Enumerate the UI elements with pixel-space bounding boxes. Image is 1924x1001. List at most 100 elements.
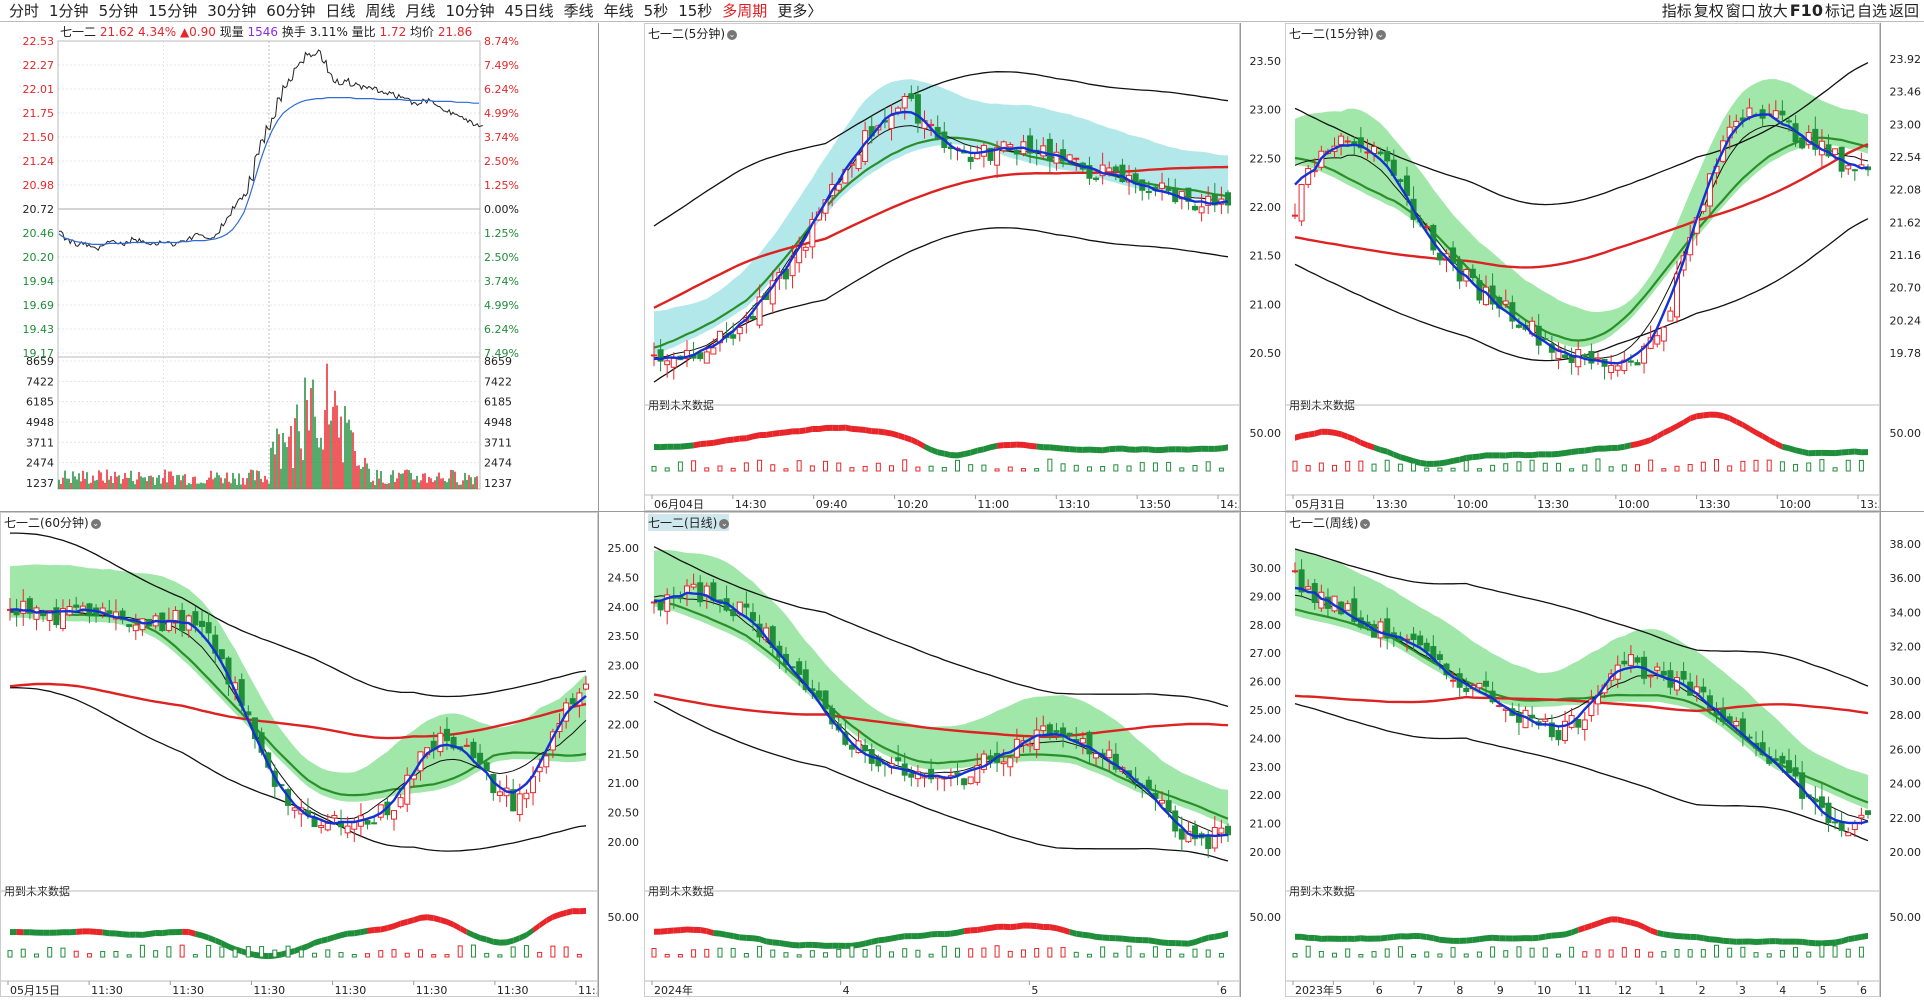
tab-15[interactable]: 多周期 bbox=[717, 2, 772, 20]
tab-13[interactable]: 5秒 bbox=[639, 2, 674, 20]
candle-body bbox=[1654, 335, 1661, 345]
indicator-ribbon bbox=[858, 426, 866, 433]
indicator-bar bbox=[1450, 467, 1456, 472]
indicator-ribbon bbox=[726, 931, 734, 939]
kline-60min-chart: 用到未来数据05月15日 11:30 11:30 11:30 11:30 11:30 11:… bbox=[0, 512, 610, 997]
tab-14[interactable]: 15秒 bbox=[673, 2, 717, 20]
candle-body bbox=[697, 352, 704, 359]
x-label: 4 bbox=[1779, 984, 1786, 997]
tab-16[interactable]: 更多〉 bbox=[772, 2, 827, 20]
indicator-ribbon bbox=[1861, 449, 1868, 456]
indicator-ribbon bbox=[62, 929, 70, 936]
indicator-ribbon bbox=[1446, 937, 1454, 944]
indicator-ribbon bbox=[1756, 429, 1763, 440]
indicator-bar bbox=[378, 950, 384, 958]
candle-body bbox=[908, 93, 915, 99]
indicator-ribbon bbox=[1201, 934, 1209, 943]
settings-icon[interactable]: ⌄ bbox=[1360, 518, 1371, 529]
pct-tick: 4.99% bbox=[484, 107, 519, 120]
x-label: 2024年 bbox=[654, 983, 693, 997]
indicator-bar bbox=[325, 949, 331, 958]
candle-body bbox=[670, 357, 677, 368]
tool-1[interactable]: 复权 bbox=[1693, 2, 1725, 20]
y-tick: 23.50 bbox=[1250, 55, 1282, 68]
candle-body bbox=[344, 825, 351, 834]
settings-icon[interactable]: ⌄ bbox=[727, 29, 737, 40]
indicator-ribbon bbox=[16, 928, 24, 936]
tab-9[interactable]: 10分钟 bbox=[440, 2, 499, 20]
panel-day[interactable]: 用到未来数据 2024年 4 5 6 七一二(日线) ⌄ bbox=[644, 512, 1240, 997]
tab-0[interactable]: 分时 bbox=[4, 2, 44, 20]
indicator-ribbon bbox=[739, 435, 747, 442]
indicator-bar bbox=[1450, 947, 1456, 958]
indicator-ribbon bbox=[805, 941, 813, 948]
panel-15min[interactable]: 用到未来数据 05月31日 13:30 10:00 13:30 10:00 13:30 10:… bbox=[1285, 23, 1892, 511]
panel-week[interactable]: 用到未来数据 2023年 5 6 7 8 9 10 11 12 1 2 3 4 5 6 七一二(周线) ⌄ bbox=[1285, 512, 1880, 997]
indicator-ribbon bbox=[208, 934, 216, 944]
tab-5[interactable]: 60分钟 bbox=[261, 2, 320, 20]
tab-4[interactable]: 30分钟 bbox=[202, 2, 261, 20]
tool-0[interactable]: 指标 bbox=[1661, 2, 1693, 20]
indicator-ribbon bbox=[1129, 446, 1136, 453]
indicator-ribbon bbox=[1650, 927, 1658, 936]
panel-5min[interactable]: 用到未来数据 06月04日 14:30 09:40 10:20 11:00 13:10 13:… bbox=[644, 23, 1252, 511]
indicator-ribbon bbox=[1499, 452, 1506, 459]
x-label: 10:20 bbox=[897, 498, 929, 511]
tool-7[interactable]: 返回 bbox=[1888, 2, 1920, 20]
indicator-ribbon bbox=[1459, 937, 1467, 944]
indicator-ribbon bbox=[1181, 940, 1189, 947]
indicator-ribbon bbox=[924, 931, 932, 939]
indicator-bar bbox=[1766, 459, 1772, 472]
tool-5[interactable]: 标记 bbox=[1824, 2, 1856, 20]
x-label: 11:30 bbox=[416, 984, 448, 997]
x-label: 11:30 bbox=[335, 984, 367, 997]
candle-body bbox=[1733, 721, 1740, 727]
candle-body bbox=[1634, 657, 1641, 663]
tab-2[interactable]: 5分钟 bbox=[94, 2, 144, 20]
settings-icon[interactable]: ⌄ bbox=[90, 518, 101, 529]
tool-6[interactable]: 自选 bbox=[1856, 2, 1888, 20]
candle-body bbox=[1627, 654, 1634, 666]
indicator-ribbon bbox=[1591, 445, 1598, 453]
candle-body bbox=[1463, 687, 1470, 692]
tab-10[interactable]: 45日线 bbox=[500, 2, 559, 20]
tab-3[interactable]: 15分钟 bbox=[143, 2, 202, 20]
settings-icon[interactable]: ⌄ bbox=[1375, 29, 1386, 40]
tab-1[interactable]: 1分钟 bbox=[44, 2, 94, 20]
candle-body bbox=[1832, 148, 1839, 156]
candle-body bbox=[1053, 730, 1060, 733]
tab-7[interactable]: 周线 bbox=[360, 2, 400, 20]
candle-body bbox=[1818, 796, 1825, 808]
x-label: 13:50 bbox=[1139, 498, 1171, 511]
indicator-bar bbox=[1179, 953, 1185, 958]
candle-body bbox=[1073, 157, 1080, 160]
indicator-ribbon bbox=[1854, 448, 1862, 456]
x-label: 9 bbox=[1497, 984, 1504, 997]
indicator-ribbon bbox=[1439, 936, 1447, 944]
panel-60min[interactable]: 用到未来数据 05月15日 11:30 11:30 11:30 11:30 11:30 11:… bbox=[0, 512, 610, 997]
indicator-ribbon bbox=[772, 430, 780, 437]
tab-8[interactable]: 月线 bbox=[400, 2, 440, 20]
candle-body bbox=[318, 825, 325, 828]
tab-6[interactable]: 日线 bbox=[320, 2, 360, 20]
candle-body bbox=[1417, 635, 1424, 646]
tool-3[interactable]: 放大 bbox=[1757, 2, 1789, 20]
indicator-ribbon bbox=[1663, 426, 1671, 436]
tool-4[interactable]: F10 bbox=[1789, 2, 1824, 20]
indicator-ribbon bbox=[1347, 433, 1355, 443]
tool-2[interactable]: 窗口 bbox=[1725, 2, 1757, 20]
indicator-bar bbox=[677, 954, 683, 958]
indicator-ribbon bbox=[122, 931, 130, 938]
indicator-ribbon bbox=[1736, 938, 1743, 945]
ind-tick: 50.00 bbox=[1890, 427, 1922, 440]
indicator-ribbon bbox=[1102, 446, 1110, 454]
indicator-bar bbox=[537, 951, 543, 958]
tab-11[interactable]: 季线 bbox=[559, 2, 599, 20]
y-tick: 21.62 bbox=[1890, 216, 1922, 229]
candle-body bbox=[967, 776, 974, 785]
y-tick: 23.00 bbox=[1890, 118, 1922, 131]
candle-body bbox=[1112, 166, 1119, 172]
settings-icon[interactable]: ⌄ bbox=[719, 518, 730, 529]
tab-12[interactable]: 年线 bbox=[599, 2, 639, 20]
x-label: 10 bbox=[1537, 984, 1551, 997]
